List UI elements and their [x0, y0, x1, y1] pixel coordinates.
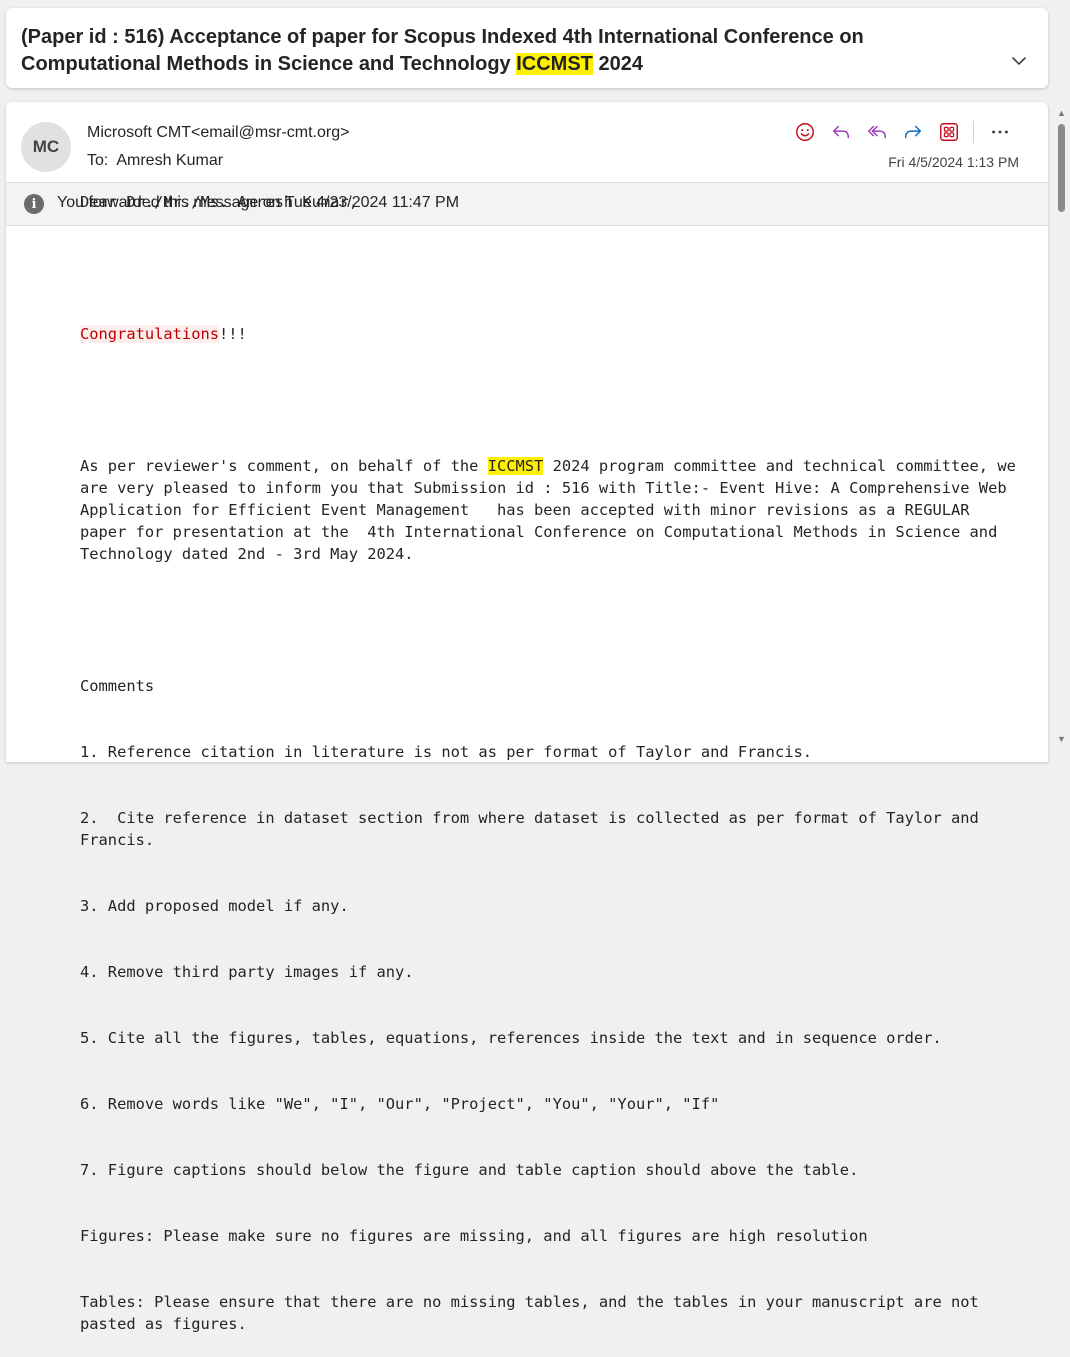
toolbar-divider — [973, 121, 974, 143]
scrollbar[interactable]: ▲ ▼ — [1054, 102, 1068, 757]
comment-item: 1. Reference citation in literature is n… — [80, 743, 813, 761]
acceptance-paragraph: As per reviewer's comment, on behalf of … — [80, 457, 1026, 563]
info-icon: i — [24, 194, 44, 214]
comment-item: 6. Remove words like "We", "I", "Our", "… — [80, 1095, 720, 1113]
scrollbar-thumb[interactable] — [1058, 124, 1065, 212]
reply-all-button[interactable] — [863, 118, 891, 146]
emoji-button[interactable] — [791, 118, 819, 146]
comment-item: 3. Add proposed model if any. — [80, 897, 349, 915]
message-body: Dear Dr./Mr./Ms. Amresh Kumar, Congratul… — [80, 147, 1020, 1357]
comments-heading: Comments — [80, 677, 155, 695]
subject-title: (Paper id : 516) Acceptance of paper for… — [21, 26, 864, 75]
reply-icon — [832, 125, 850, 139]
sender[interactable]: Microsoft CMT<email@msr-cmt.org> — [87, 124, 350, 142]
chevron-down-icon[interactable] — [1010, 52, 1028, 70]
comment-item: 4. Remove third party images if any. — [80, 963, 414, 981]
congratulations-line: Congratulations!!! — [80, 325, 247, 343]
subject-header: (Paper id : 516) Acceptance of paper for… — [6, 8, 1048, 88]
comment-item: 2. Cite reference in dataset section fro… — [80, 809, 989, 849]
message-actions — [783, 118, 1014, 146]
forward-icon — [904, 125, 922, 139]
apps-icon — [940, 123, 958, 141]
apps-button[interactable] — [935, 118, 963, 146]
avatar[interactable]: MC — [21, 122, 71, 172]
emoji-icon — [796, 123, 814, 141]
body-highlight: ICCMST — [487, 457, 544, 475]
subject-highlight: ICCMST — [516, 53, 593, 75]
forward-button[interactable] — [899, 118, 927, 146]
sender-email[interactable]: <email@msr-cmt.org> — [191, 124, 350, 141]
reply-all-icon — [868, 125, 886, 139]
comment-item: 5. Cite all the figures, tables, equatio… — [80, 1029, 942, 1047]
comment-item: Figures: Please make sure no figures are… — [80, 1227, 868, 1245]
scroll-down-icon[interactable]: ▼ — [1057, 734, 1066, 744]
greeting: Dear Dr./Mr./Ms. Amresh Kumar, — [80, 193, 358, 211]
sender-name[interactable]: Microsoft CMT — [87, 124, 191, 141]
more-actions-button[interactable] — [986, 118, 1014, 146]
more-icon — [992, 130, 1008, 134]
comment-item: Tables: Please ensure that there are no … — [80, 1293, 989, 1333]
congratulations-word: Congratulations — [80, 325, 219, 343]
comment-item: 7. Figure captions should below the figu… — [80, 1161, 859, 1179]
reply-button[interactable] — [827, 118, 855, 146]
scroll-up-icon[interactable]: ▲ — [1057, 108, 1066, 118]
